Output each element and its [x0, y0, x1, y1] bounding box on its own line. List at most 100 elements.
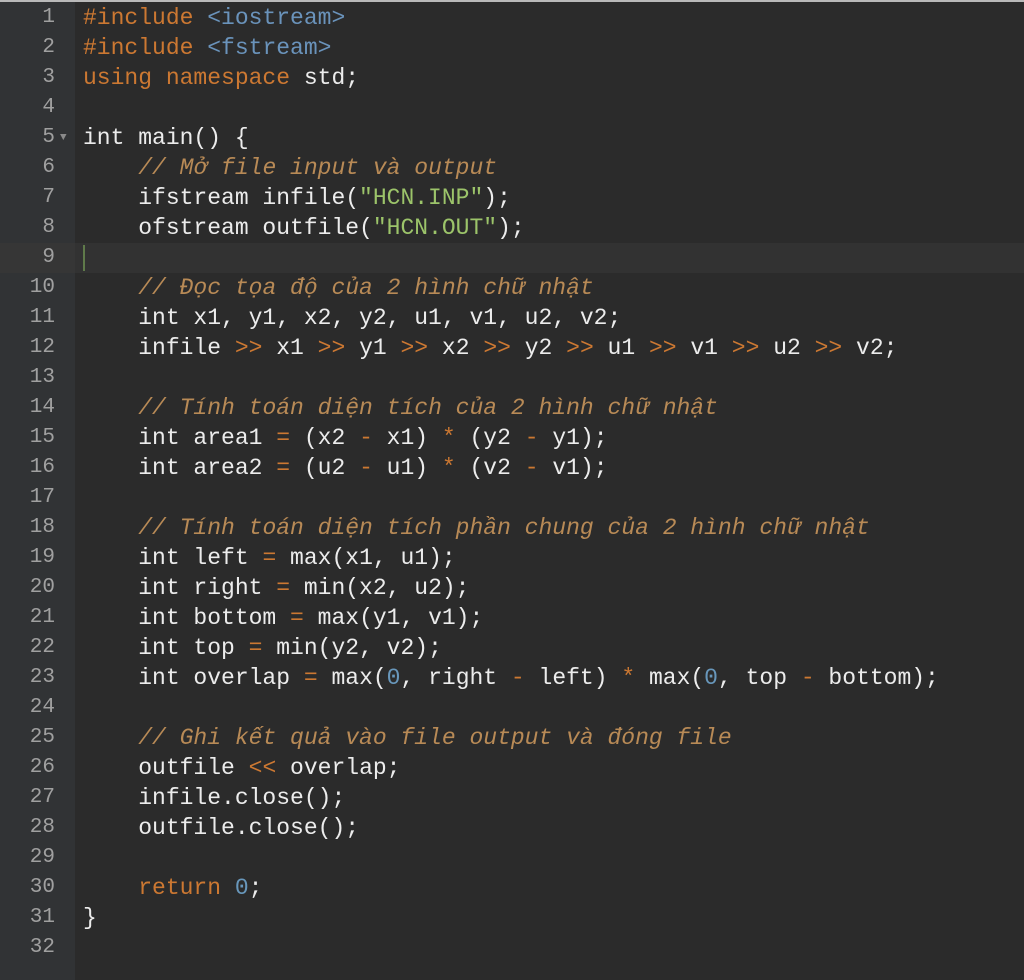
line-number: 15	[29, 426, 55, 449]
code-line[interactable]: 28 outfile.close();	[0, 813, 1024, 843]
operator: *	[441, 455, 456, 481]
code-line[interactable]: 6 // Mở file input và output	[0, 153, 1024, 183]
code-content: #include <iostream>	[83, 3, 345, 33]
line-number: 28	[29, 816, 55, 839]
preprocessor: #include	[83, 5, 208, 31]
line-number: 4	[42, 96, 55, 119]
code-line[interactable]: 9	[0, 243, 1024, 273]
code-line[interactable]: 24	[0, 693, 1024, 723]
code-content: infile >> x1 >> y1 >> x2 >> y2 >> u1 >> …	[83, 333, 897, 363]
code-line[interactable]: 7 ifstream infile("HCN.INP");	[0, 183, 1024, 213]
code-text: left)	[524, 665, 622, 691]
code-line[interactable]: 31}	[0, 903, 1024, 933]
line-number: 18	[29, 516, 55, 539]
code-text: y1	[345, 335, 401, 361]
code-line[interactable]: 29	[0, 843, 1024, 873]
code-text: u1	[593, 335, 649, 361]
code-text: int left	[83, 545, 263, 571]
code-line[interactable]: 13	[0, 363, 1024, 393]
code-text: infile	[83, 335, 235, 361]
operator: >>	[814, 335, 843, 361]
code-text: ifstream infile(	[83, 185, 360, 211]
comment: // Tính toán diện tích phần chung của 2 …	[138, 515, 870, 541]
code-text: u2	[759, 335, 815, 361]
code-line[interactable]: 10 // Đọc tọa độ của 2 hình chữ nhật	[0, 273, 1024, 303]
code-line[interactable]: 5 ▼ int main() {	[0, 123, 1024, 153]
string-literal: "HCN.INP"	[359, 185, 484, 211]
operator: =	[248, 635, 263, 661]
line-number: 21	[29, 606, 55, 629]
code-content: int overlap = max(0, right - left) * max…	[83, 663, 939, 693]
comment: // Đọc tọa độ của 2 hình chữ nhật	[138, 275, 594, 301]
code-line[interactable]: 15 int area1 = (x2 - x1) * (y2 - y1);	[0, 423, 1024, 453]
operator: >>	[731, 335, 760, 361]
code-text: bottom);	[814, 665, 939, 691]
code-text: min(y2, v2);	[262, 635, 442, 661]
operator: *	[621, 665, 636, 691]
code-line[interactable]: 19 int left = max(x1, u1);	[0, 543, 1024, 573]
code-line[interactable]: 1 #include <iostream>	[0, 3, 1024, 33]
code-line[interactable]: 12 infile >> x1 >> y1 >> x2 >> y2 >> u1 …	[0, 333, 1024, 363]
code-content: #include <fstream>	[83, 33, 331, 63]
line-number: 27	[29, 786, 55, 809]
code-line[interactable]: 21 int bottom = max(y1, v1);	[0, 603, 1024, 633]
code-content: int right = min(x2, u2);	[83, 573, 469, 603]
number-literal: 0	[704, 665, 718, 691]
line-number: 6	[42, 156, 55, 179]
code-line[interactable]: 3 using namespace std;	[0, 63, 1024, 93]
code-text: max(	[317, 665, 387, 691]
code-line[interactable]: 17	[0, 483, 1024, 513]
operator: *	[441, 425, 456, 451]
code-line[interactable]: 22 int top = min(y2, v2);	[0, 633, 1024, 663]
operator: <<	[248, 755, 277, 781]
line-number: 10	[29, 276, 55, 299]
code-line[interactable]: 32	[0, 933, 1024, 963]
code-line[interactable]: 26 outfile << overlap;	[0, 753, 1024, 783]
code-text: overlap;	[276, 755, 401, 781]
code-content: // Tính toán diện tích phần chung của 2 …	[83, 513, 870, 543]
code-line[interactable]: 27 infile.close();	[0, 783, 1024, 813]
code-line[interactable]: 18 // Tính toán diện tích phần chung của…	[0, 513, 1024, 543]
code-line[interactable]: 30 return 0;	[0, 873, 1024, 903]
code-content: // Mở file input và output	[83, 153, 497, 183]
code-text: ofstream outfile(	[83, 215, 373, 241]
code-text: v1);	[538, 455, 608, 481]
code-line[interactable]: 25 // Ghi kết quả vào file output và đón…	[0, 723, 1024, 753]
code-line[interactable]: 2 #include <fstream>	[0, 33, 1024, 63]
code-content: outfile << overlap;	[83, 753, 400, 783]
code-line[interactable]: 16 int area2 = (u2 - u1) * (v2 - v1);	[0, 453, 1024, 483]
operator: =	[290, 605, 304, 631]
operator: -	[510, 665, 525, 691]
code-editor[interactable]: 1 #include <iostream> 2 #include <fstream> 3…	[0, 3, 1024, 963]
code-line[interactable]: 8 ofstream outfile("HCN.OUT");	[0, 213, 1024, 243]
code-line[interactable]: 20 int right = min(x2, u2);	[0, 573, 1024, 603]
code-content: // Đọc tọa độ của 2 hình chữ nhật	[83, 273, 594, 303]
code-text: (y2	[455, 425, 525, 451]
number-literal: 0	[234, 875, 249, 901]
code-content: // Ghi kết quả vào file output và đóng f…	[83, 723, 732, 753]
code-text: }	[83, 905, 97, 931]
code-line[interactable]: 14 // Tính toán diện tích của 2 hình chữ…	[0, 393, 1024, 423]
code-content: int main() {	[83, 123, 249, 153]
operator: =	[276, 575, 291, 601]
code-line[interactable]: 11 int x1, y1, x2, y2, u1, v1, u2, v2;	[0, 303, 1024, 333]
code-text: int right	[83, 575, 277, 601]
code-text: max(x1, u1);	[276, 545, 456, 571]
line-number: 26	[29, 756, 55, 779]
operator: -	[359, 455, 373, 481]
code-text: , right	[400, 665, 511, 691]
keyword: return	[138, 875, 235, 901]
operator: >>	[400, 335, 429, 361]
code-line[interactable]: 23 int overlap = max(0, right - left) * …	[0, 663, 1024, 693]
line-number: 13	[29, 366, 55, 389]
operator: -	[800, 665, 815, 691]
fold-arrow-icon[interactable]: ▼	[60, 123, 67, 153]
code-text: int area1	[83, 425, 277, 451]
line-number: 29	[29, 846, 55, 869]
operator: >>	[648, 335, 677, 361]
line-number: 25	[29, 726, 55, 749]
code-line[interactable]: 4	[0, 93, 1024, 123]
